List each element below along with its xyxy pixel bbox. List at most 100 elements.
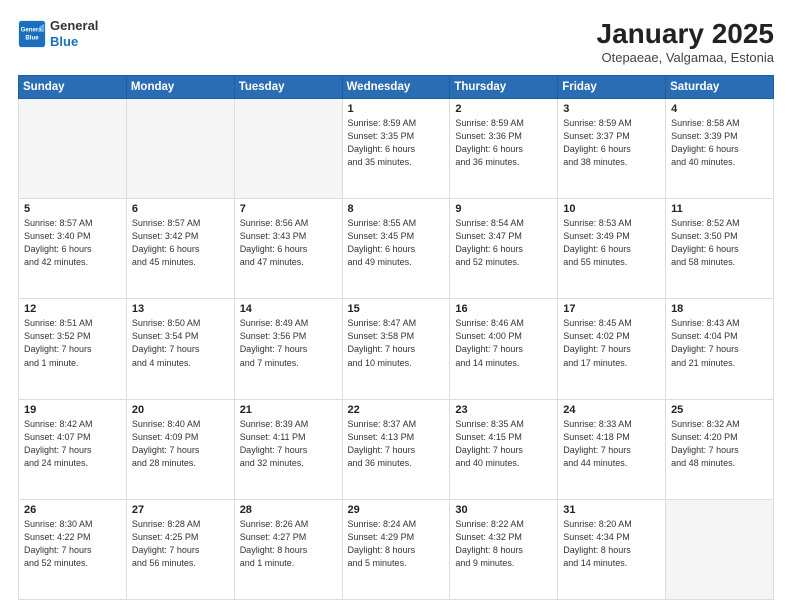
weekday-header: Sunday <box>19 76 127 99</box>
day-info: Sunrise: 8:59 AM Sunset: 3:35 PM Dayligh… <box>348 117 445 169</box>
day-info: Sunrise: 8:53 AM Sunset: 3:49 PM Dayligh… <box>563 217 660 269</box>
day-info: Sunrise: 8:59 AM Sunset: 3:37 PM Dayligh… <box>563 117 660 169</box>
weekday-header: Saturday <box>666 76 774 99</box>
header: General Blue General Blue January 2025 O… <box>18 18 774 65</box>
day-info: Sunrise: 8:39 AM Sunset: 4:11 PM Dayligh… <box>240 418 337 470</box>
calendar-cell: 31 Sunrise: 8:20 AM Sunset: 4:34 PM Dayli… <box>558 499 666 599</box>
day-info: Sunrise: 8:45 AM Sunset: 4:02 PM Dayligh… <box>563 317 660 369</box>
weekday-header-row: SundayMondayTuesdayWednesdayThursdayFrid… <box>19 76 774 99</box>
day-number: 29 <box>348 504 445 516</box>
calendar-cell: 4Sunrise: 8:58 AM Sunset: 3:39 PM Daylig… <box>666 99 774 199</box>
day-info: Sunrise: 8:22 AM Sunset: 4:32 PM Dayligh… <box>455 518 552 570</box>
logo-text: General Blue <box>50 18 98 49</box>
day-number: 5 <box>24 203 121 215</box>
day-info: Sunrise: 8:30 AM Sunset: 4:22 PM Dayligh… <box>24 518 121 570</box>
calendar-week-row: 19Sunrise: 8:42 AM Sunset: 4:07 PM Dayli… <box>19 399 774 499</box>
calendar-week-row: 1 Sunrise: 8:59 AM Sunset: 3:35 PM Daylig… <box>19 99 774 199</box>
calendar-cell: 30 Sunrise: 8:22 AM Sunset: 4:32 PM Dayli… <box>450 499 558 599</box>
calendar-cell: 27 Sunrise: 8:28 AM Sunset: 4:25 PM Dayli… <box>126 499 234 599</box>
day-number: 28 <box>240 504 337 516</box>
day-number: 18 <box>671 303 768 315</box>
day-info: Sunrise: 8:35 AM Sunset: 4:15 PM Dayligh… <box>455 418 552 470</box>
day-number: 27 <box>132 504 229 516</box>
day-number: 31 <box>563 504 660 516</box>
calendar-cell: 24 Sunrise: 8:33 AM Sunset: 4:18 PM Dayli… <box>558 399 666 499</box>
day-number: 6 <box>132 203 229 215</box>
calendar-cell: 15Sunrise: 8:47 AM Sunset: 3:58 PM Dayli… <box>342 299 450 399</box>
calendar-cell: 28 Sunrise: 8:26 AM Sunset: 4:27 PM Dayli… <box>234 499 342 599</box>
calendar-cell: 29 Sunrise: 8:24 AM Sunset: 4:29 PM Dayli… <box>342 499 450 599</box>
day-number: 21 <box>240 404 337 416</box>
calendar-cell: 6 Sunrise: 8:57 AM Sunset: 3:42 PM Daylig… <box>126 199 234 299</box>
calendar-cell: 7 Sunrise: 8:56 AM Sunset: 3:43 PM Daylig… <box>234 199 342 299</box>
day-info: Sunrise: 8:49 AM Sunset: 3:56 PM Dayligh… <box>240 317 337 369</box>
weekday-header: Thursday <box>450 76 558 99</box>
day-number: 13 <box>132 303 229 315</box>
calendar-week-row: 5Sunrise: 8:57 AM Sunset: 3:40 PM Daylig… <box>19 199 774 299</box>
calendar-cell: 20Sunrise: 8:40 AM Sunset: 4:09 PM Dayli… <box>126 399 234 499</box>
day-number: 8 <box>348 203 445 215</box>
day-number: 16 <box>455 303 552 315</box>
calendar-cell: 5Sunrise: 8:57 AM Sunset: 3:40 PM Daylig… <box>19 199 127 299</box>
day-number: 4 <box>671 103 768 115</box>
day-number: 2 <box>455 103 552 115</box>
weekday-header: Tuesday <box>234 76 342 99</box>
calendar-cell: 1 Sunrise: 8:59 AM Sunset: 3:35 PM Daylig… <box>342 99 450 199</box>
day-number: 9 <box>455 203 552 215</box>
day-info: Sunrise: 8:46 AM Sunset: 4:00 PM Dayligh… <box>455 317 552 369</box>
logo-icon: General Blue <box>18 20 46 48</box>
day-number: 20 <box>132 404 229 416</box>
calendar-cell: 12 Sunrise: 8:51 AM Sunset: 3:52 PM Dayli… <box>19 299 127 399</box>
weekday-header: Friday <box>558 76 666 99</box>
day-info: Sunrise: 8:52 AM Sunset: 3:50 PM Dayligh… <box>671 217 768 269</box>
calendar-cell <box>19 99 127 199</box>
day-info: Sunrise: 8:26 AM Sunset: 4:27 PM Dayligh… <box>240 518 337 570</box>
day-info: Sunrise: 8:32 AM Sunset: 4:20 PM Dayligh… <box>671 418 768 470</box>
calendar-cell: 14 Sunrise: 8:49 AM Sunset: 3:56 PM Dayli… <box>234 299 342 399</box>
day-info: Sunrise: 8:24 AM Sunset: 4:29 PM Dayligh… <box>348 518 445 570</box>
day-number: 1 <box>348 103 445 115</box>
day-number: 7 <box>240 203 337 215</box>
day-info: Sunrise: 8:47 AM Sunset: 3:58 PM Dayligh… <box>348 317 445 369</box>
calendar-cell: 17 Sunrise: 8:45 AM Sunset: 4:02 PM Dayli… <box>558 299 666 399</box>
month-title: January 2025 <box>597 18 774 50</box>
logo-general-text: General <box>50 18 98 33</box>
title-block: January 2025 Otepaeae, Valgamaa, Estonia <box>597 18 774 65</box>
calendar-week-row: 12 Sunrise: 8:51 AM Sunset: 3:52 PM Dayli… <box>19 299 774 399</box>
calendar-cell: 11 Sunrise: 8:52 AM Sunset: 3:50 PM Dayli… <box>666 199 774 299</box>
weekday-header: Monday <box>126 76 234 99</box>
day-info: Sunrise: 8:57 AM Sunset: 3:42 PM Dayligh… <box>132 217 229 269</box>
calendar-cell <box>234 99 342 199</box>
day-number: 14 <box>240 303 337 315</box>
calendar-cell: 16 Sunrise: 8:46 AM Sunset: 4:00 PM Dayli… <box>450 299 558 399</box>
day-info: Sunrise: 8:51 AM Sunset: 3:52 PM Dayligh… <box>24 317 121 369</box>
day-info: Sunrise: 8:33 AM Sunset: 4:18 PM Dayligh… <box>563 418 660 470</box>
day-info: Sunrise: 8:43 AM Sunset: 4:04 PM Dayligh… <box>671 317 768 369</box>
day-number: 11 <box>671 203 768 215</box>
day-info: Sunrise: 8:42 AM Sunset: 4:07 PM Dayligh… <box>24 418 121 470</box>
calendar-cell: 21 Sunrise: 8:39 AM Sunset: 4:11 PM Dayli… <box>234 399 342 499</box>
calendar-table: SundayMondayTuesdayWednesdayThursdayFrid… <box>18 75 774 600</box>
day-number: 12 <box>24 303 121 315</box>
calendar-cell: 19Sunrise: 8:42 AM Sunset: 4:07 PM Dayli… <box>19 399 127 499</box>
page: General Blue General Blue January 2025 O… <box>0 0 792 612</box>
calendar-cell: 2Sunrise: 8:59 AM Sunset: 3:36 PM Daylig… <box>450 99 558 199</box>
day-number: 22 <box>348 404 445 416</box>
day-number: 24 <box>563 404 660 416</box>
calendar-cell: 3 Sunrise: 8:59 AM Sunset: 3:37 PM Daylig… <box>558 99 666 199</box>
day-info: Sunrise: 8:28 AM Sunset: 4:25 PM Dayligh… <box>132 518 229 570</box>
calendar-cell: 18 Sunrise: 8:43 AM Sunset: 4:04 PM Dayli… <box>666 299 774 399</box>
calendar-cell: 13Sunrise: 8:50 AM Sunset: 3:54 PM Dayli… <box>126 299 234 399</box>
day-info: Sunrise: 8:56 AM Sunset: 3:43 PM Dayligh… <box>240 217 337 269</box>
location-subtitle: Otepaeae, Valgamaa, Estonia <box>597 50 774 65</box>
logo-blue-text: Blue <box>50 34 78 49</box>
day-number: 25 <box>671 404 768 416</box>
day-number: 23 <box>455 404 552 416</box>
day-number: 17 <box>563 303 660 315</box>
day-info: Sunrise: 8:54 AM Sunset: 3:47 PM Dayligh… <box>455 217 552 269</box>
day-info: Sunrise: 8:20 AM Sunset: 4:34 PM Dayligh… <box>563 518 660 570</box>
calendar-week-row: 26Sunrise: 8:30 AM Sunset: 4:22 PM Dayli… <box>19 499 774 599</box>
day-number: 30 <box>455 504 552 516</box>
day-info: Sunrise: 8:37 AM Sunset: 4:13 PM Dayligh… <box>348 418 445 470</box>
day-number: 3 <box>563 103 660 115</box>
